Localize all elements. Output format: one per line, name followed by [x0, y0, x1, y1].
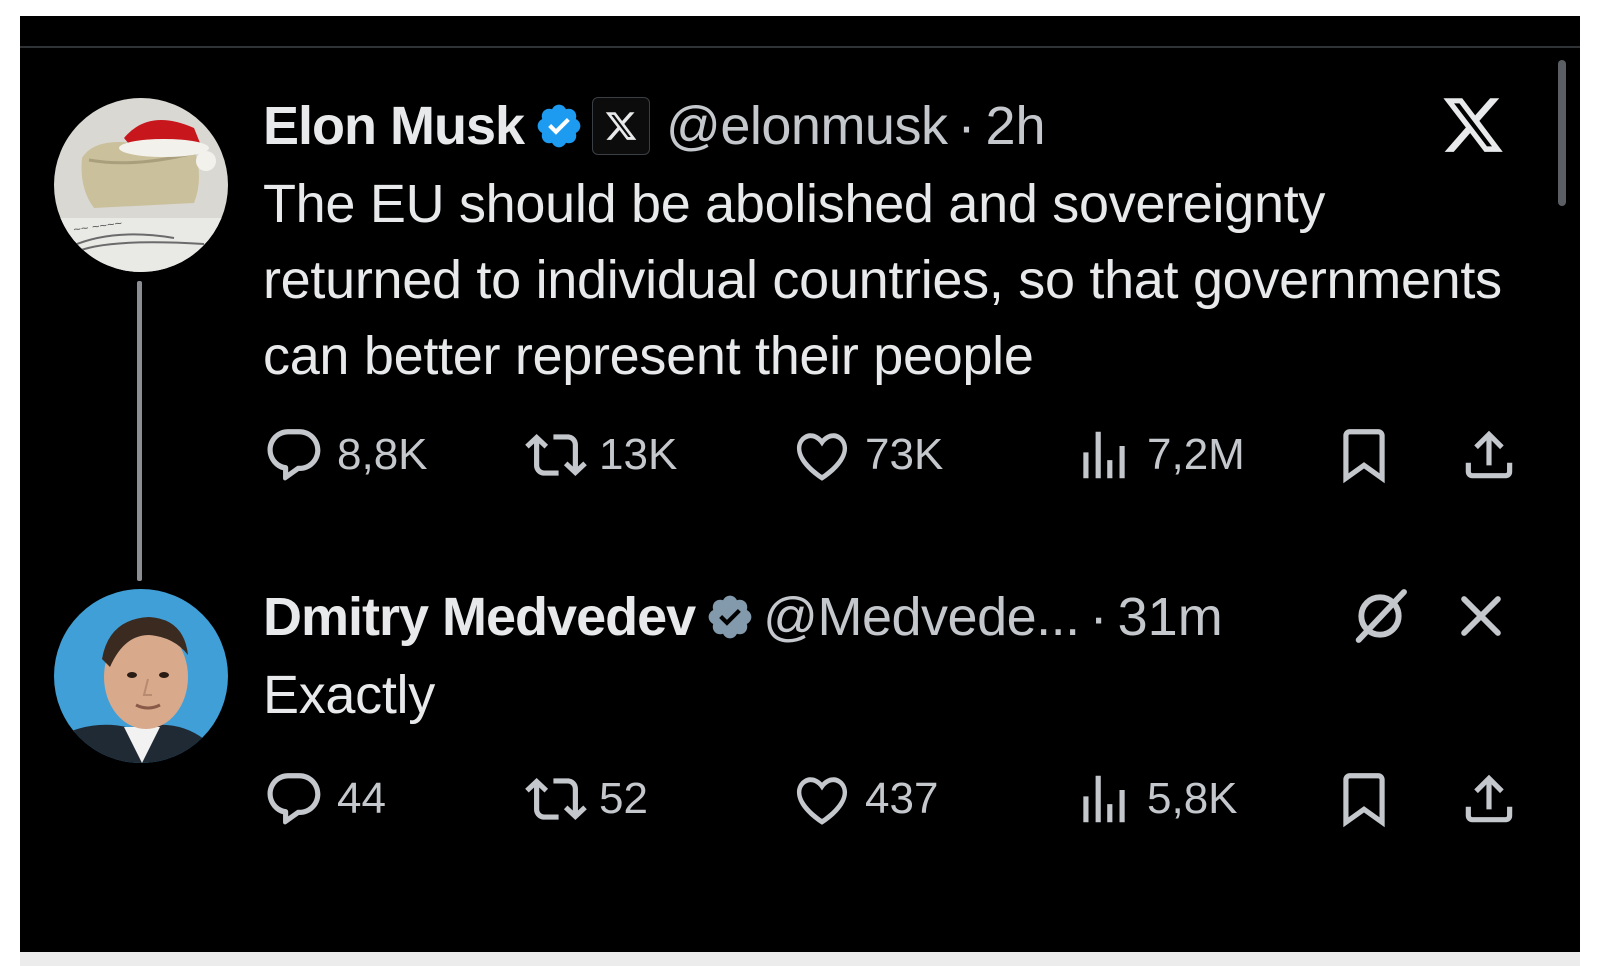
verified-badge-icon	[708, 595, 752, 639]
close-icon[interactable]	[1452, 587, 1510, 645]
views-count: 5,8K	[1147, 774, 1238, 823]
bookmark-button[interactable]	[1333, 424, 1395, 486]
top-divider	[20, 46, 1580, 48]
tweet-text: Exactly	[263, 665, 435, 725]
retweet-icon	[525, 434, 587, 476]
heart-icon	[796, 433, 848, 481]
reply-icon	[267, 773, 321, 825]
author-name[interactable]: Dmitry Medvedev	[263, 585, 696, 649]
scrollbar[interactable]	[1558, 60, 1566, 206]
bookmark-button[interactable]	[1333, 768, 1395, 830]
views-chart-icon	[1083, 431, 1125, 479]
views-chart-icon	[1083, 775, 1125, 823]
like-count: 437	[865, 774, 939, 823]
tweet-text: The EU should be abolished and sovereign…	[263, 174, 1502, 386]
verified-badge-icon	[537, 104, 581, 148]
reply-button[interactable]: 8,8K	[263, 424, 428, 486]
like-button[interactable]: 437	[791, 768, 938, 830]
retweet-button[interactable]: 13K	[525, 424, 677, 486]
tweet-header: Elon Musk @elonmusk · 2h	[263, 94, 1540, 158]
avatar-dmitry-medvedev[interactable]	[54, 589, 228, 763]
separator-dot: ·	[957, 96, 976, 156]
like-count: 73K	[865, 430, 944, 479]
bottom-strip	[20, 952, 1580, 966]
share-icon	[1465, 774, 1513, 823]
x-affiliate-badge-icon[interactable]	[592, 97, 651, 155]
views-button[interactable]: 5,8K	[1073, 768, 1238, 830]
share-button[interactable]	[1458, 768, 1520, 830]
tweet-thread-screen: ~~ ~~~~ Elon Musk @elonmusk · 2h The EU …	[20, 16, 1580, 952]
slash-circle-icon[interactable]	[1348, 584, 1412, 648]
views-count: 7,2M	[1147, 430, 1245, 479]
author-handle[interactable]: @elonmusk	[666, 94, 948, 158]
separator-dot: ·	[1089, 587, 1108, 647]
tweet-time[interactable]: 31m	[1118, 585, 1223, 649]
views-button[interactable]: 7,2M	[1073, 424, 1245, 486]
x-logo-icon[interactable]	[1440, 92, 1506, 158]
reply-icon	[267, 429, 321, 481]
author-handle[interactable]: @Medvede...	[763, 585, 1080, 649]
reply-button[interactable]: 44	[263, 768, 386, 830]
retweet-count: 13K	[599, 430, 678, 479]
share-icon	[1465, 430, 1513, 479]
retweet-icon	[525, 778, 587, 820]
retweet-button[interactable]: 52	[525, 768, 648, 830]
tweet-actions: 8,8K 13K 73K 7,2M	[263, 424, 1533, 484]
tweet-actions: 44 52 437 5,8K	[263, 768, 1533, 828]
author-name[interactable]: Elon Musk	[263, 94, 525, 158]
retweet-count: 52	[599, 774, 648, 823]
tweet-elon-musk[interactable]: Elon Musk @elonmusk · 2h The EU should b…	[263, 94, 1540, 394]
tweet-time[interactable]: 2h	[985, 94, 1045, 158]
reply-count: 8,8K	[337, 430, 428, 479]
like-button[interactable]: 73K	[791, 424, 943, 486]
thread-connector-line	[137, 281, 142, 581]
share-button[interactable]	[1458, 424, 1520, 486]
avatar-elon-musk[interactable]: ~~ ~~~~	[54, 98, 228, 272]
heart-icon	[796, 777, 848, 825]
reply-count: 44	[337, 774, 386, 823]
bookmark-icon	[1343, 429, 1385, 484]
bookmark-icon	[1343, 773, 1385, 828]
